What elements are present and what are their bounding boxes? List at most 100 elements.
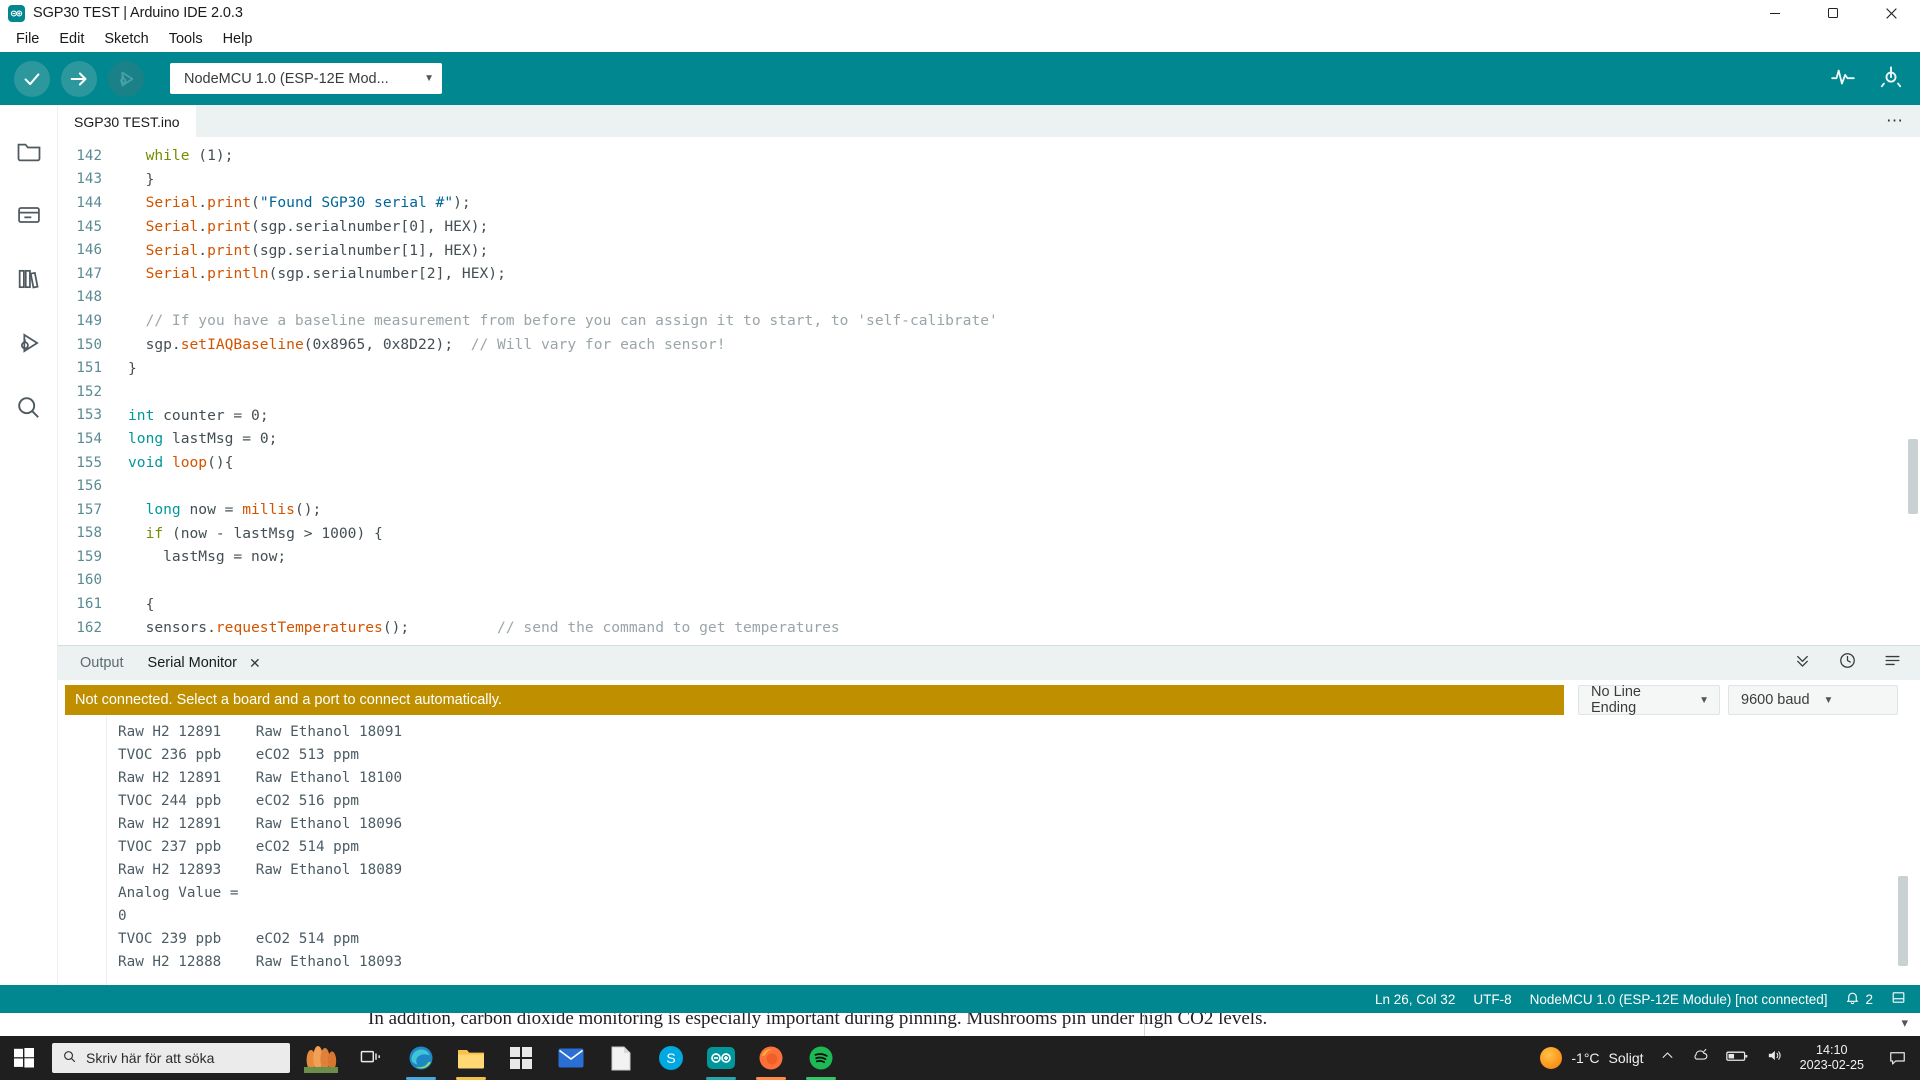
- main-toolbar: NodeMCU 1.0 (ESP-12E Mod... ▼: [0, 52, 1920, 105]
- taskbar-app-mushroom-photo[interactable]: [296, 1036, 346, 1080]
- code-line-text: lastMsg = now;: [114, 548, 286, 565]
- taskbar-app-file-explorer[interactable]: [446, 1036, 496, 1080]
- tray-date: 2023-02-25: [1800, 1058, 1864, 1073]
- close-icon[interactable]: ✕: [249, 655, 261, 672]
- taskbar-app-task-view[interactable]: [346, 1036, 396, 1080]
- minimize-icon[interactable]: [1746, 0, 1804, 26]
- line-number: 147: [58, 266, 114, 282]
- clear-output-icon[interactable]: [1883, 651, 1902, 675]
- serial-monitor-output[interactable]: Raw H2 12891 Raw Ethanol 18091TVOC 236 p…: [58, 716, 1920, 986]
- code-line: 161 {: [58, 592, 1920, 616]
- sidebar-item-boards-manager[interactable]: [0, 183, 58, 247]
- menu-item-sketch[interactable]: Sketch: [94, 28, 158, 50]
- board-selector[interactable]: NodeMCU 1.0 (ESP-12E Mod... ▼: [170, 63, 442, 94]
- taskbar-app-spotify[interactable]: [796, 1036, 846, 1080]
- store-icon: [509, 1039, 533, 1077]
- close-icon[interactable]: [1862, 0, 1920, 26]
- serial-output-line: TVOC 237 ppb eCO2 514 ppm: [118, 839, 1920, 862]
- line-number: 161: [58, 596, 114, 612]
- window-titlebar: SGP30 TEST | Arduino IDE 2.0.3: [0, 0, 1920, 26]
- system-tray: -1°C Soligt 14:10 2023-02-25: [1540, 1043, 1920, 1073]
- line-number: 150: [58, 337, 114, 353]
- action-center-icon[interactable]: [1880, 1049, 1914, 1067]
- chevron-down-icon[interactable]: ▾: [1901, 1015, 1908, 1031]
- line-number: 154: [58, 431, 114, 447]
- board-status[interactable]: NodeMCU 1.0 (ESP-12E Module) [not connec…: [1530, 992, 1828, 1007]
- sidebar-item-library-manager[interactable]: [0, 247, 58, 311]
- code-line-text: Serial.println(sgp.serialnumber[2], HEX)…: [114, 265, 506, 282]
- serial-output-line: Raw H2 12891 Raw Ethanol 18091: [118, 724, 1920, 747]
- onedrive-icon[interactable]: [1692, 1047, 1709, 1069]
- taskbar-search-input[interactable]: Skriv här för att söka: [52, 1043, 290, 1073]
- panel-tab-output[interactable]: Output: [68, 655, 136, 671]
- notifications-status[interactable]: 2: [1845, 990, 1873, 1008]
- collapse-all-icon[interactable]: [1793, 651, 1812, 675]
- code-editor[interactable]: 142 while (1);143 }144 Serial.print("Fou…: [58, 137, 1920, 645]
- code-line: 156: [58, 474, 1920, 498]
- menu-item-tools[interactable]: Tools: [159, 28, 213, 50]
- taskbar-app-microsoft-edge[interactable]: [396, 1036, 446, 1080]
- clock-history-icon[interactable]: [1838, 651, 1857, 675]
- firefox-icon: [758, 1039, 784, 1077]
- upload-arrow-icon[interactable]: [61, 61, 97, 97]
- taskbar-search-placeholder: Skriv här för att söka: [86, 1050, 214, 1066]
- taskbar-app-mail[interactable]: [546, 1036, 596, 1080]
- panel-tab-serial-monitor[interactable]: Serial Monitor ✕: [136, 655, 273, 672]
- menu-item-edit[interactable]: Edit: [49, 28, 94, 50]
- code-line: 151}: [58, 356, 1920, 380]
- code-line: 143 }: [58, 168, 1920, 192]
- taskbar-app-arduino-ide[interactable]: [696, 1036, 746, 1080]
- baud-rate-select[interactable]: 9600 baud ▼: [1728, 685, 1898, 715]
- encoding-status[interactable]: UTF-8: [1473, 992, 1511, 1007]
- panel-tabstrip: Output Serial Monitor ✕: [58, 646, 1920, 680]
- taskbar-app-microsoft-store[interactable]: [496, 1036, 546, 1080]
- code-line: 157 long now = millis();: [58, 498, 1920, 522]
- line-ending-select[interactable]: No Line Ending ▼: [1578, 685, 1720, 715]
- code-line-text: int counter = 0;: [114, 407, 269, 424]
- code-line: 152: [58, 380, 1920, 404]
- code-lines-container: 142 while (1);143 }144 Serial.print("Fou…: [58, 144, 1920, 639]
- menu-item-help[interactable]: Help: [213, 28, 263, 50]
- panel-layout-icon[interactable]: [1891, 990, 1906, 1008]
- code-line: 155void loop(){: [58, 451, 1920, 475]
- editor-scrollbar-thumb[interactable]: [1908, 439, 1918, 514]
- taskbar-app-firefox[interactable]: [746, 1036, 796, 1080]
- chevron-up-icon[interactable]: [1660, 1048, 1675, 1068]
- speaker-icon[interactable]: [1765, 1047, 1784, 1069]
- tray-time: 14:10: [1800, 1043, 1864, 1058]
- bell-icon: [1845, 990, 1860, 1008]
- cursor-position-status[interactable]: Ln 26, Col 32: [1375, 992, 1455, 1007]
- code-line-text: }: [114, 171, 154, 188]
- taskbar-app-list: S: [296, 1036, 846, 1080]
- serial-monitor-topbar: Not connected. Select a board and a port…: [58, 680, 1920, 716]
- serial-plotter-icon[interactable]: [1830, 63, 1856, 94]
- sidebar-item-sketchbook[interactable]: [0, 119, 58, 183]
- line-number: 156: [58, 478, 114, 494]
- tray-clock[interactable]: 14:10 2023-02-25: [1800, 1043, 1864, 1073]
- document-icon: [611, 1039, 631, 1077]
- menu-item-file[interactable]: File: [6, 28, 49, 50]
- panel-tab-output-label: Output: [80, 655, 124, 671]
- line-number: 148: [58, 289, 114, 305]
- serial-monitor-scrollbar-thumb[interactable]: [1898, 876, 1908, 966]
- editor-scrollbar-track[interactable]: [1906, 169, 1920, 645]
- windows-start-icon[interactable]: [0, 1036, 48, 1080]
- verify-checkmark-icon[interactable]: [14, 61, 50, 97]
- ellipsis-icon[interactable]: ⋯: [1886, 105, 1920, 137]
- line-number: 157: [58, 502, 114, 518]
- debug-icon[interactable]: [108, 61, 144, 97]
- sidebar-item-debug[interactable]: [0, 311, 58, 375]
- sidebar-item-search[interactable]: [0, 375, 58, 439]
- sun-icon: [1540, 1047, 1562, 1069]
- code-line: 158 if (now - lastMsg > 1000) {: [58, 522, 1920, 546]
- maximize-icon[interactable]: [1804, 0, 1862, 26]
- line-number: 149: [58, 313, 114, 329]
- serial-monitor-icon[interactable]: [1878, 63, 1904, 94]
- battery-icon[interactable]: [1726, 1049, 1748, 1068]
- code-line: 148: [58, 286, 1920, 310]
- editor-tab-label: SGP30 TEST.ino: [74, 114, 180, 130]
- taskbar-app-skype[interactable]: S: [646, 1036, 696, 1080]
- editor-tab-sgp30-test[interactable]: SGP30 TEST.ino: [58, 105, 196, 137]
- weather-widget[interactable]: -1°C Soligt: [1540, 1047, 1643, 1069]
- taskbar-app-notepad[interactable]: [596, 1036, 646, 1080]
